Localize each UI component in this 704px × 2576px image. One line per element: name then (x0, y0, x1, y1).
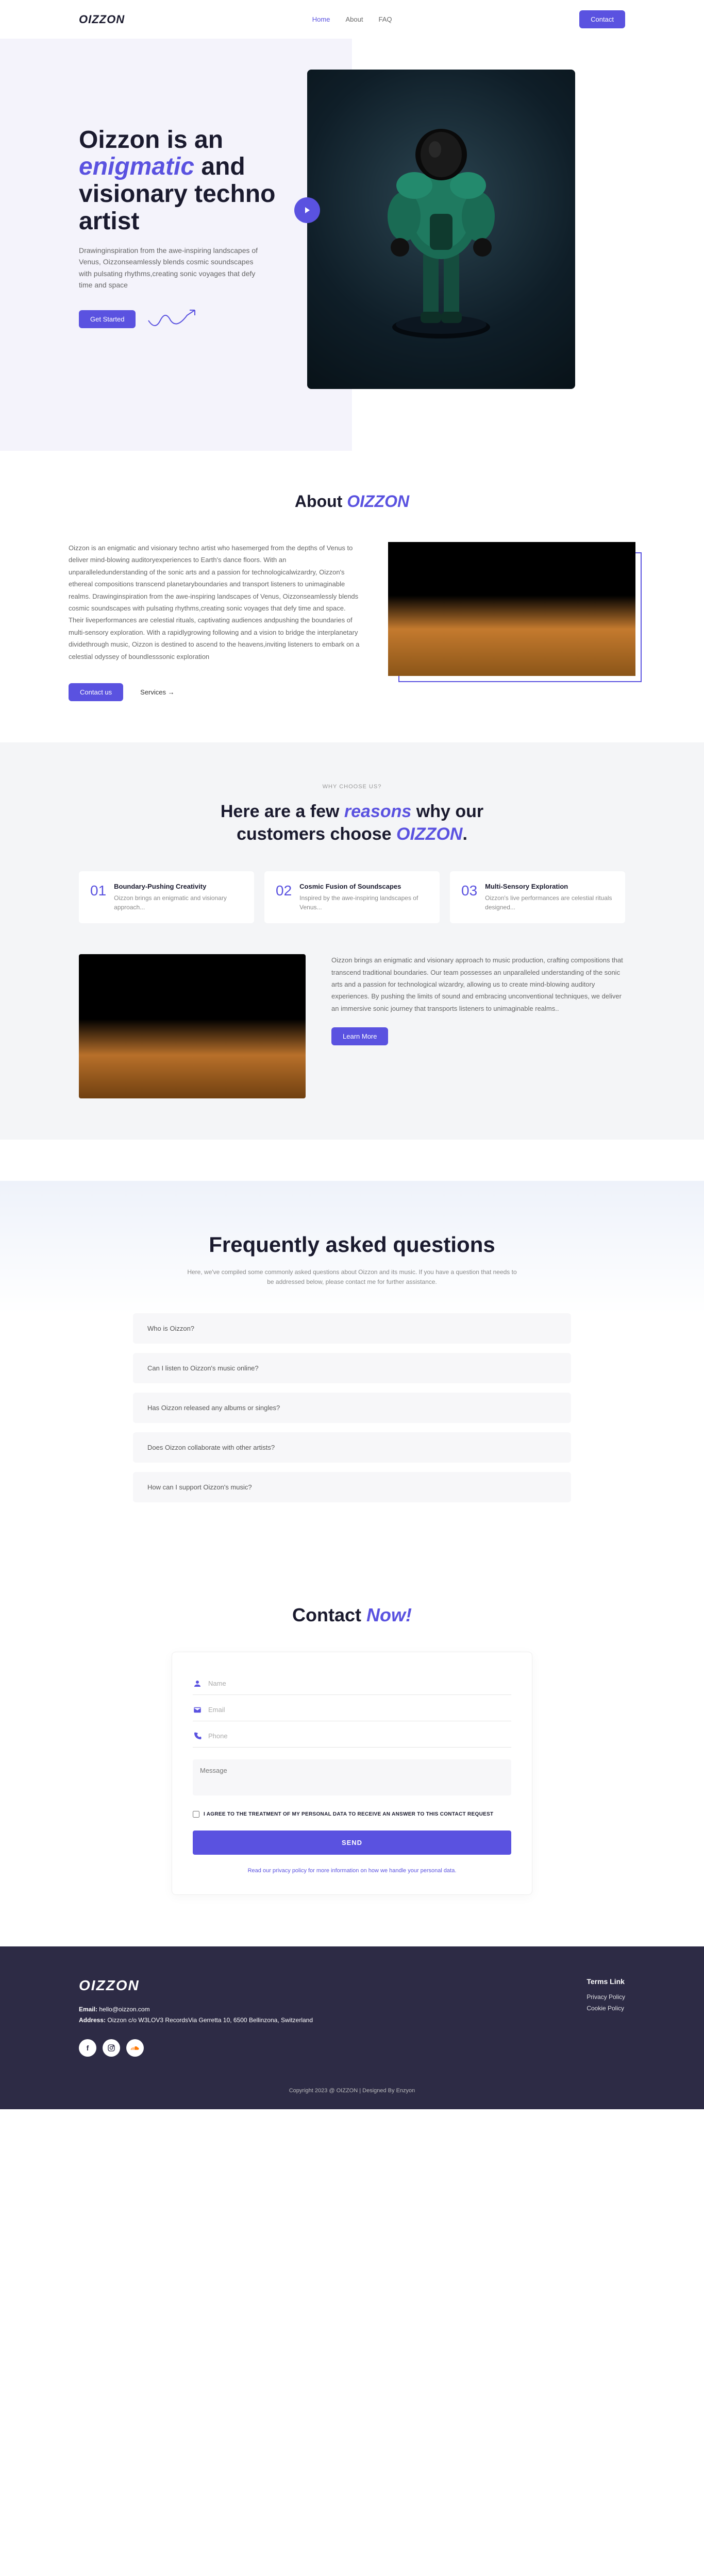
nav-contact-button[interactable]: Contact (579, 10, 625, 28)
footer-info: Email: hello@oizzon.com Address: Oizzon … (79, 2004, 313, 2026)
message-textarea[interactable] (193, 1759, 511, 1795)
about-image (388, 542, 635, 676)
reason-number: 03 (461, 883, 477, 912)
privacy-policy-link[interactable]: Privacy Policy (586, 1993, 625, 2001)
top-nav: OIZZON Home About FAQ Contact (79, 0, 625, 39)
reason-card[interactable]: 02 Cosmic Fusion of Soundscapes Inspired… (264, 871, 440, 923)
about-contact-button[interactable]: Contact us (69, 683, 123, 701)
reason-body: Oizzon's live performances are celestial… (485, 893, 614, 912)
footer: OIZZON Email: hello@oizzon.com Address: … (0, 1946, 704, 2109)
contact-title: Contact Now! (69, 1604, 635, 1626)
footer-links: Terms Link Privacy Policy Cookie Policy (586, 1977, 625, 2057)
reason-number: 02 (276, 883, 292, 912)
reasons-section: WHY CHOOSE US? Here are a few reasons wh… (0, 742, 704, 1140)
about-section: About OIZZON Oizzon is an enigmatic and … (69, 451, 635, 742)
reason-heading: Boundary-Pushing Creativity (114, 883, 243, 890)
play-icon (303, 206, 311, 214)
nav-links: Home About FAQ (312, 15, 392, 23)
social-icons: f (79, 2039, 313, 2057)
faq-title: Frequently asked questions (79, 1232, 625, 1257)
reasons-title: Here are a few reasons why our customers… (79, 800, 625, 845)
email-icon (193, 1705, 202, 1715)
about-image-frame (388, 542, 635, 676)
reason-number: 01 (90, 883, 106, 912)
faq-item[interactable]: Who is Oizzon? (133, 1313, 571, 1344)
reasons-eyebrow: WHY CHOOSE US? (79, 784, 625, 790)
nav-about[interactable]: About (345, 15, 363, 23)
reasons-image (79, 954, 306, 1098)
nav-home[interactable]: Home (312, 15, 330, 23)
reason-card[interactable]: 03 Multi-Sensory Exploration Oizzon's li… (450, 871, 625, 923)
reason-body: Oizzon brings an enigmatic and visionary… (114, 893, 243, 912)
soundcloud-icon[interactable] (126, 2039, 144, 2057)
consent-label: I AGREE TO THE TREATMENT OF MY PERSONAL … (204, 1811, 493, 1817)
name-input[interactable] (208, 1680, 511, 1687)
reason-card[interactable]: 01 Boundary-Pushing Creativity Oizzon br… (79, 871, 254, 923)
reason-heading: Cosmic Fusion of Soundscapes (299, 883, 428, 890)
hero-image (307, 70, 575, 389)
cookie-policy-link[interactable]: Cookie Policy (586, 2005, 625, 2012)
facebook-icon[interactable]: f (79, 2039, 96, 2057)
services-link[interactable]: Services → (131, 683, 183, 701)
faq-item[interactable]: Can I listen to Oizzon's music online? (133, 1353, 571, 1383)
footer-logo: OIZZON (79, 1977, 313, 1994)
hero-description: Drawinginspiration from the awe-inspirin… (79, 245, 259, 291)
hero-section: Oizzon is an enigmatic and visionary tec… (0, 39, 704, 451)
about-text: Oizzon is an enigmatic and visionary tec… (69, 542, 362, 663)
faq-item[interactable]: Does Oizzon collaborate with other artis… (133, 1432, 571, 1463)
faq-item[interactable]: How can I support Oizzon's music? (133, 1472, 571, 1502)
footer-copyright: Copyright 2023 @ OIZZON | Designed By En… (79, 2077, 625, 2094)
brand-logo: OIZZON (79, 13, 125, 26)
reason-cards: 01 Boundary-Pushing Creativity Oizzon br… (79, 871, 625, 923)
faq-item[interactable]: Has Oizzon released any albums or single… (133, 1393, 571, 1423)
reason-heading: Multi-Sensory Exploration (485, 883, 614, 890)
phone-icon (193, 1732, 202, 1741)
get-started-button[interactable]: Get Started (79, 310, 136, 328)
nav-faq[interactable]: FAQ (378, 15, 392, 23)
reason-body: Inspired by the awe-inspiring landscapes… (299, 893, 428, 912)
astronaut-illustration (369, 111, 513, 348)
contact-section: Contact Now! I AGREE TO THE TREATMENT OF… (69, 1563, 635, 1946)
user-icon (193, 1679, 202, 1688)
faq-subtitle: Here, we've compiled some commonly asked… (185, 1267, 519, 1287)
privacy-note: Read our privacy policy for more informa… (193, 1868, 511, 1874)
contact-form: I AGREE TO THE TREATMENT OF MY PERSONAL … (172, 1652, 532, 1895)
email-input[interactable] (208, 1706, 511, 1714)
hero-title: Oizzon is an enigmatic and visionary tec… (79, 127, 287, 235)
about-title: About OIZZON (69, 492, 635, 511)
consent-row[interactable]: I AGREE TO THE TREATMENT OF MY PERSONAL … (193, 1811, 511, 1818)
reasons-lower-text: Oizzon brings an enigmatic and visionary… (331, 954, 625, 1045)
phone-input[interactable] (208, 1732, 511, 1740)
footer-links-title: Terms Link (586, 1977, 625, 1986)
faq-section: Frequently asked questions Here, we've c… (0, 1181, 704, 1563)
instagram-icon[interactable] (103, 2039, 120, 2057)
play-button[interactable] (294, 197, 320, 223)
arrow-squiggle-icon (146, 306, 203, 332)
consent-checkbox[interactable] (193, 1811, 199, 1818)
learn-more-button[interactable]: Learn More (331, 1027, 388, 1045)
send-button[interactable]: SEND (193, 1831, 511, 1855)
